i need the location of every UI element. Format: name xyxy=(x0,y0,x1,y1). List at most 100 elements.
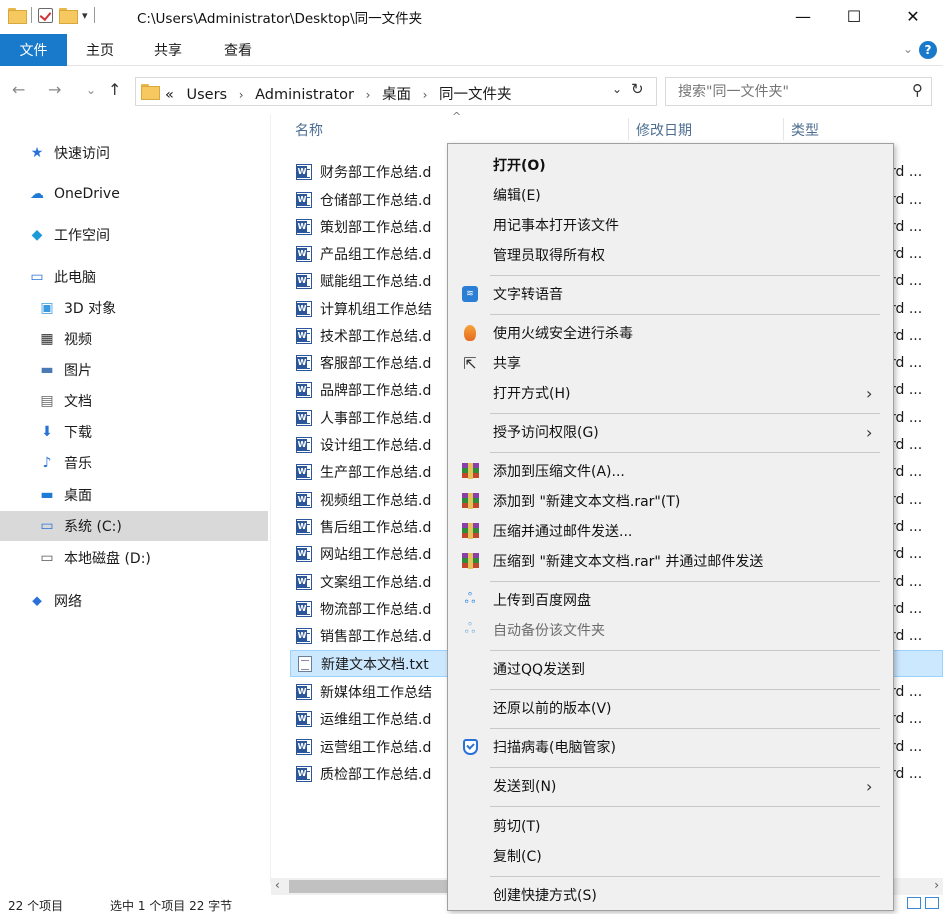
address-bar[interactable]: « Users › Administrator › 桌面 › 同一文件夹 xyxy=(135,77,657,106)
menu-separator xyxy=(490,689,880,690)
menu-item-send-to[interactable]: 发送到(N) › xyxy=(448,771,893,801)
file-type: rd ... xyxy=(890,738,923,755)
sidebar-item-downloads[interactable]: ⬇ 下载 xyxy=(38,417,92,447)
up-arrow-icon[interactable]: ↑ xyxy=(108,80,121,99)
menu-item-open[interactable]: 打开(O) xyxy=(448,150,893,180)
sidebar-item-onedrive[interactable]: ☁ OneDrive xyxy=(28,179,120,209)
menu-item-baidu-auto-backup[interactable]: ஃ 自动备份该文件夹 xyxy=(448,615,893,645)
column-header-type[interactable]: 类型 xyxy=(791,120,819,140)
folder-icon xyxy=(141,84,160,100)
submenu-arrow-icon: › xyxy=(866,776,873,796)
sidebar-item-label: 文档 xyxy=(64,394,92,410)
breadcrumb-current-folder[interactable]: 同一文件夹 xyxy=(439,87,512,103)
maximize-button[interactable]: ☐ xyxy=(831,0,877,32)
menu-item-huorong-scan[interactable]: 使用火绒安全进行杀毒 xyxy=(448,318,893,348)
menu-item-take-ownership[interactable]: 管理员取得所有权 xyxy=(448,240,893,270)
help-icon[interactable]: ? xyxy=(919,41,937,59)
pane-splitter[interactable] xyxy=(270,114,271,884)
menu-item-open-with-notepad[interactable]: 用记事本打开该文件 xyxy=(448,210,893,240)
expand-ribbon-chevron-icon[interactable]: ⌄ xyxy=(903,42,913,56)
column-divider[interactable] xyxy=(783,118,784,140)
sidebar-item-label: 图片 xyxy=(64,363,92,379)
large-icons-view-icon[interactable] xyxy=(925,897,939,909)
back-arrow-icon[interactable]: ← xyxy=(12,80,25,99)
sidebar-item-3d-objects[interactable]: ▣ 3D 对象 xyxy=(38,293,116,323)
sidebar-item-label: 3D 对象 xyxy=(64,301,117,317)
sidebar-item-quick-access[interactable]: ★ 快速访问 xyxy=(28,138,110,168)
forward-arrow-icon[interactable]: → xyxy=(48,80,61,99)
sidebar-item-network[interactable]: ⬥ 网络 xyxy=(28,586,82,616)
file-type: rd ... xyxy=(890,191,923,208)
sidebar-item-system-c[interactable]: ▭ 系统 (C:) xyxy=(0,511,268,541)
sidebar-item-music[interactable]: ♪ 音乐 xyxy=(38,448,92,478)
menu-item-edit[interactable]: 编辑(E) xyxy=(448,180,893,210)
archive-icon xyxy=(461,463,479,479)
desktop-icon: ▬ xyxy=(40,487,54,503)
menu-item-text-to-speech[interactable]: ≋ 文字转语音 xyxy=(448,279,893,309)
tab-home[interactable]: 主页 xyxy=(86,34,114,66)
menu-item-baidu-upload[interactable]: ஃ 上传到百度网盘 xyxy=(448,585,893,615)
tab-file[interactable]: 文件 xyxy=(0,34,67,66)
breadcrumb-users[interactable]: Users xyxy=(186,87,227,103)
customize-toolbar-caret-icon[interactable]: ▾ xyxy=(82,9,88,22)
word-document-icon xyxy=(296,545,312,562)
properties-check-icon[interactable] xyxy=(38,7,53,23)
search-input[interactable] xyxy=(678,82,898,102)
menu-item-grant-access[interactable]: 授予访问权限(G) › xyxy=(448,417,893,447)
sidebar-item-local-disk-d[interactable]: ▭ 本地磁盘 (D:) xyxy=(38,543,151,573)
tab-share[interactable]: 共享 xyxy=(154,34,182,66)
details-view-icon[interactable] xyxy=(907,897,921,909)
address-dropdown-chevron-icon[interactable]: ⌄ xyxy=(612,82,622,96)
breadcrumb-separator[interactable]: › xyxy=(239,88,244,102)
menu-item-restore-previous-versions[interactable]: 还原以前的版本(V) xyxy=(448,693,893,723)
search-icon[interactable]: ⚲ xyxy=(912,81,923,99)
file-name: 销售部工作总结.d xyxy=(320,628,432,645)
menu-item-open-with[interactable]: 打开方式(H) › xyxy=(448,378,893,408)
column-divider[interactable] xyxy=(628,118,629,140)
menu-separator xyxy=(490,806,880,807)
breadcrumb-administrator[interactable]: Administrator xyxy=(255,87,354,103)
menu-item-share[interactable]: ⇱ 共享 xyxy=(448,348,893,378)
menu-item-scan-virus[interactable]: 扫描病毒(电脑管家) xyxy=(448,732,893,762)
minimize-button[interactable]: — xyxy=(780,0,826,32)
breadcrumb-desktop[interactable]: 桌面 xyxy=(382,87,411,103)
breadcrumb-overflow[interactable]: « xyxy=(165,87,174,103)
recent-locations-chevron-icon[interactable]: ⌄ xyxy=(86,83,96,97)
search-box[interactable]: ⚲ xyxy=(665,77,932,106)
sidebar-item-label: 桌面 xyxy=(64,488,92,504)
menu-item-send-via-qq[interactable]: 通过QQ发送到 xyxy=(448,654,893,684)
sidebar-item-label: 视频 xyxy=(64,332,92,348)
menu-item-add-to-archive[interactable]: 添加到压缩文件(A)... xyxy=(448,456,893,486)
file-type: rd ... xyxy=(890,518,923,535)
file-name: 文案组工作总结.d xyxy=(320,574,432,591)
menu-item-add-to-rar[interactable]: 添加到 "新建文本文档.rar"(T) xyxy=(448,486,893,516)
word-document-icon xyxy=(296,245,312,262)
refresh-icon[interactable]: ↻ xyxy=(631,80,644,98)
item-count: 22 个项目 xyxy=(8,899,64,913)
sidebar-item-documents[interactable]: ▤ 文档 xyxy=(38,386,92,416)
folder-icon[interactable] xyxy=(8,8,27,24)
column-header-name[interactable]: 名称 xyxy=(295,120,323,140)
word-document-icon xyxy=(296,163,312,180)
new-folder-icon[interactable] xyxy=(59,8,78,24)
scroll-right-arrow-icon[interactable]: › xyxy=(934,878,939,892)
scroll-left-arrow-icon[interactable]: ‹ xyxy=(275,878,280,892)
menu-separator xyxy=(490,314,880,315)
menu-item-cut[interactable]: 剪切(T) xyxy=(448,811,893,841)
menu-item-compress-rar-and-email[interactable]: 压缩到 "新建文本文档.rar" 并通过邮件发送 xyxy=(448,546,893,576)
breadcrumb-separator[interactable]: › xyxy=(423,88,428,102)
sidebar-item-desktop[interactable]: ▬ 桌面 xyxy=(38,480,92,510)
drive-icon: ▭ xyxy=(40,518,54,534)
column-header-modified[interactable]: 修改日期 xyxy=(636,120,692,140)
sidebar-item-videos[interactable]: ▦ 视频 xyxy=(38,324,92,354)
menu-item-copy[interactable]: 复制(C) xyxy=(448,841,893,871)
context-menu: 打开(O) 编辑(E) 用记事本打开该文件 管理员取得所有权 ≋ 文字转语音 使用… xyxy=(447,143,894,911)
menu-item-create-shortcut[interactable]: 创建快捷方式(S) xyxy=(448,880,893,910)
sidebar-item-workspace[interactable]: ◆ 工作空间 xyxy=(28,220,110,250)
sidebar-item-pictures[interactable]: ▬ 图片 xyxy=(38,355,92,385)
menu-item-compress-and-email[interactable]: 压缩并通过邮件发送... xyxy=(448,516,893,546)
tab-view[interactable]: 查看 xyxy=(224,34,252,66)
close-button[interactable]: ✕ xyxy=(890,0,936,32)
breadcrumb-separator[interactable]: › xyxy=(366,88,371,102)
sidebar-item-this-pc[interactable]: ▭ 此电脑 xyxy=(28,262,96,292)
